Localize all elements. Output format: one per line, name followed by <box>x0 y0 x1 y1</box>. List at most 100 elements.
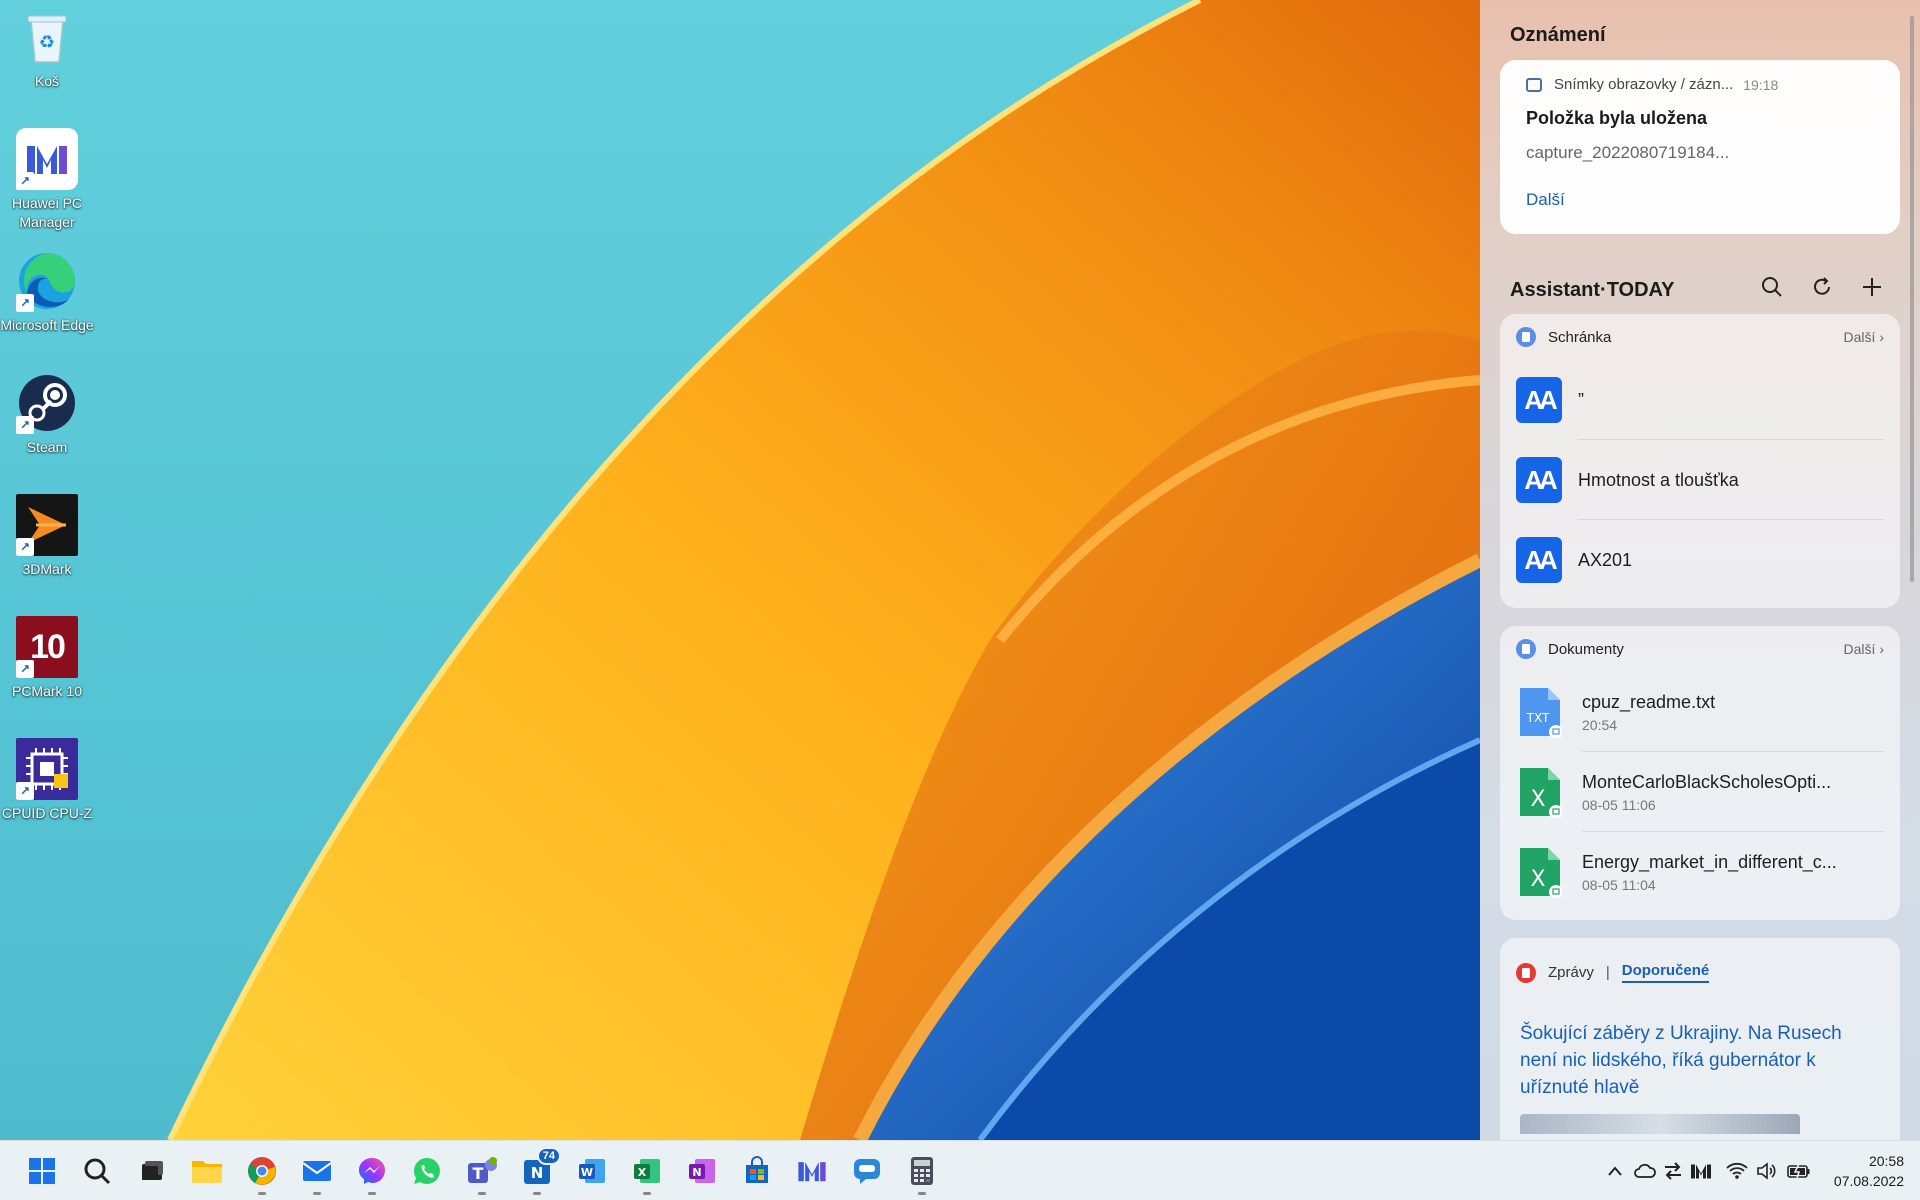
document-item[interactable]: X MonteCarloBlackScholesOpti... 08-05 11… <box>1500 752 1900 832</box>
news-headline[interactable]: Šokující záběry z Ukrajiny. Na Rusech ne… <box>1520 1020 1860 1101</box>
clipboard-item-text: Hmotnost a tloušťka <box>1578 469 1739 490</box>
clock-time: 20:58 <box>1868 1153 1904 1169</box>
shortcut-arrow-icon: ↗ <box>16 294 34 312</box>
notification-body: capture_2022080719184... <box>1526 143 1730 162</box>
desktop-icon-edge[interactable]: ↗ Microsoft Edge <box>0 250 94 335</box>
start-button[interactable] <box>20 1149 64 1193</box>
notification-time: 19:18 <box>1743 76 1779 93</box>
news-app-button[interactable]: N 74 <box>515 1147 561 1195</box>
cpuz-icon: ↗ <box>16 738 78 800</box>
document-name: MonteCarloBlackScholesOpti... <box>1582 771 1832 792</box>
excel-file-icon: X <box>1518 766 1563 819</box>
tray-cloud-button[interactable] <box>1632 1141 1658 1200</box>
recycle-bin-icon: ♻ <box>16 6 78 68</box>
word-button[interactable]: W <box>570 1149 614 1193</box>
clock-date: 07.08.2022 <box>1833 1173 1904 1189</box>
file-explorer-button[interactable] <box>185 1149 229 1193</box>
tab-divider: | <box>1605 964 1610 981</box>
desktop-icon-steam[interactable]: ↗ Steam <box>0 372 94 457</box>
calculator-button[interactable] <box>900 1149 944 1195</box>
svg-text:♻: ♻ <box>39 32 55 53</box>
onenote-icon: N <box>689 1159 715 1183</box>
tray-transfer-button[interactable] <box>1660 1141 1686 1200</box>
tray-volume-button[interactable] <box>1754 1141 1780 1200</box>
teams-button[interactable]: T <box>460 1149 504 1195</box>
start-icon <box>29 1158 55 1184</box>
screenshot-app-icon <box>1526 77 1542 92</box>
clipboard-item[interactable]: AA AX201 <box>1500 520 1900 600</box>
whatsapp-icon <box>413 1157 440 1184</box>
calculator-icon <box>911 1157 933 1185</box>
text-clip-icon: AA <box>1516 377 1562 423</box>
svg-text:W: W <box>581 1166 593 1179</box>
desktop-icon-recycle-bin[interactable]: ♻ Koš <box>0 6 94 91</box>
running-indicator <box>533 1192 541 1195</box>
document-item[interactable]: TXT cpuz_readme.txt 20:54 <box>1500 672 1900 752</box>
chrome-button[interactable] <box>240 1149 284 1195</box>
feedback-icon <box>854 1159 880 1184</box>
desktop-icon-label: Huawei PC Manager <box>11 195 83 230</box>
clipboard-title: Schránka <box>1548 328 1612 346</box>
documents-title: Dokumenty <box>1548 640 1624 658</box>
excel-button[interactable]: X <box>625 1149 669 1195</box>
pcmark-icon: 10 ↗ <box>16 616 78 678</box>
huawei-pc-manager-taskbar-button[interactable] <box>790 1149 834 1193</box>
messenger-button[interactable] <box>350 1149 394 1195</box>
clipboard-item[interactable]: AA ” <box>1500 360 1900 440</box>
svg-text:TXT: TXT <box>1526 711 1550 725</box>
news-tab[interactable]: Zprávy <box>1548 964 1594 981</box>
onenote-button[interactable]: N <box>680 1149 724 1193</box>
clipboard-item-text: AX201 <box>1578 549 1633 570</box>
desktop-icon-cpuz[interactable]: ↗ CPUID CPU-Z <box>0 738 94 823</box>
desktop-icon-huawei-pc-manager[interactable]: ↗ Huawei PC Manager <box>0 128 94 232</box>
desktop-icon-3dmark[interactable]: ↗ 3DMark <box>0 494 94 579</box>
svg-text:N: N <box>692 1166 701 1179</box>
task-view-button[interactable] <box>130 1149 174 1193</box>
running-indicator <box>478 1192 486 1195</box>
desktop-icon-label: Koš <box>34 73 60 89</box>
wifi-icon <box>1726 1162 1748 1179</box>
file-explorer-icon <box>192 1161 222 1183</box>
mail-icon <box>302 1161 332 1181</box>
feedback-button[interactable] <box>845 1149 889 1193</box>
notification-more-link[interactable]: Další <box>1526 190 1565 210</box>
search-icon <box>84 1158 111 1185</box>
taskbar-search-button[interactable] <box>75 1149 119 1193</box>
3dmark-icon: ↗ <box>16 494 78 556</box>
edge-icon: ↗ <box>16 250 78 312</box>
document-item[interactable]: X Energy_market_in_different_c... 08-05 … <box>1500 832 1900 912</box>
news-card: Zprávy | Doporučené Šokující záběry z Uk… <box>1500 938 1900 1140</box>
notification-card[interactable]: Snímky obrazovky / zázn... 19:18 Položka… <box>1500 60 1900 234</box>
refresh-icon <box>1814 277 1830 295</box>
documents-more-link[interactable]: Další › <box>1844 641 1884 657</box>
chevron-up-icon <box>1608 1166 1622 1176</box>
clipboard-more-link[interactable]: Další › <box>1844 329 1884 345</box>
notifications-title: Oznámení <box>1510 24 1606 46</box>
clipboard-item[interactable]: AA Hmotnost a tloušťka <box>1500 440 1900 520</box>
tray-wifi-button[interactable] <box>1724 1141 1750 1200</box>
shortcut-arrow-icon: ↗ <box>16 660 34 678</box>
documents-icon <box>1516 639 1536 659</box>
tray-overflow-button[interactable] <box>1602 1141 1628 1200</box>
search-icon <box>1762 277 1782 297</box>
notification-title: Položka byla uložena <box>1526 108 1708 128</box>
svg-text:X: X <box>1530 787 1545 812</box>
document-time: 20:54 <box>1582 716 1618 733</box>
recommended-tab[interactable]: Doporučené <box>1621 962 1710 983</box>
taskbar-clock[interactable]: 20:58 07.08.2022 <box>1834 1151 1904 1191</box>
tray-battery-button[interactable] <box>1784 1141 1814 1200</box>
store-button[interactable] <box>735 1149 779 1193</box>
tray-huawei-button[interactable] <box>1688 1141 1714 1200</box>
chrome-icon <box>248 1157 276 1185</box>
assistant-search-button[interactable] <box>1757 272 1787 302</box>
assistant-refresh-button[interactable] <box>1807 272 1837 302</box>
panel-scrollbar[interactable] <box>1910 16 1914 582</box>
whatsapp-button[interactable] <box>405 1149 449 1193</box>
clipboard-icon <box>1516 327 1536 347</box>
mail-button[interactable] <box>295 1149 339 1195</box>
document-name: cpuz_readme.txt <box>1582 691 1716 712</box>
assistant-add-button[interactable] <box>1857 272 1887 302</box>
desktop-icon-pcmark[interactable]: 10 ↗ PCMark 10 <box>0 616 94 701</box>
transfer-arrows-icon <box>1665 1162 1681 1180</box>
clipboard-item-text: ” <box>1578 389 1584 410</box>
